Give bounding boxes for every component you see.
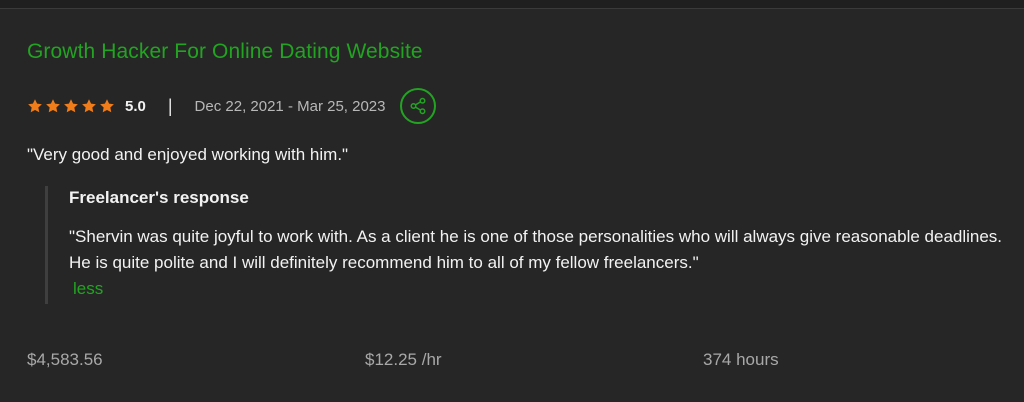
share-icon (410, 97, 425, 115)
star-icon (100, 99, 114, 113)
rating-meta-row: 5.0 | Dec 22, 2021 - Mar 25, 2023 (27, 88, 1007, 124)
star-icon (28, 99, 42, 113)
freelancer-response-text: "Shervin was quite joyful to work with. … (69, 224, 1019, 302)
freelancer-response-body: "Shervin was quite joyful to work with. … (69, 227, 1003, 272)
share-button[interactable] (399, 88, 436, 124)
less-link[interactable]: less (73, 276, 103, 302)
total-hours: 374 hours (703, 350, 779, 369)
rating-value: 5.0 (125, 97, 146, 115)
top-separator (0, 0, 1024, 9)
total-earnings: $4,583.56 (27, 350, 103, 369)
work-history-card: Growth Hacker For Online Dating Website … (27, 38, 1007, 304)
hourly-rate: $12.25 /hr (365, 350, 442, 369)
contract-date-range: Dec 22, 2021 - Mar 25, 2023 (194, 97, 386, 115)
star-icon (46, 99, 60, 113)
freelancer-response-block: Freelancer's response "Shervin was quite… (45, 186, 1007, 304)
meta-divider: | (167, 95, 173, 116)
freelancer-response-heading: Freelancer's response (69, 188, 249, 207)
job-title[interactable]: Growth Hacker For Online Dating Website (27, 38, 1007, 66)
client-review-text: "Very good and enjoyed working with him.… (27, 145, 349, 164)
contract-stats: $4,583.56 $12.25 /hr 374 hours (27, 348, 1017, 372)
star-icon (82, 99, 96, 113)
star-icon (64, 99, 78, 113)
rating-stars (27, 98, 115, 114)
